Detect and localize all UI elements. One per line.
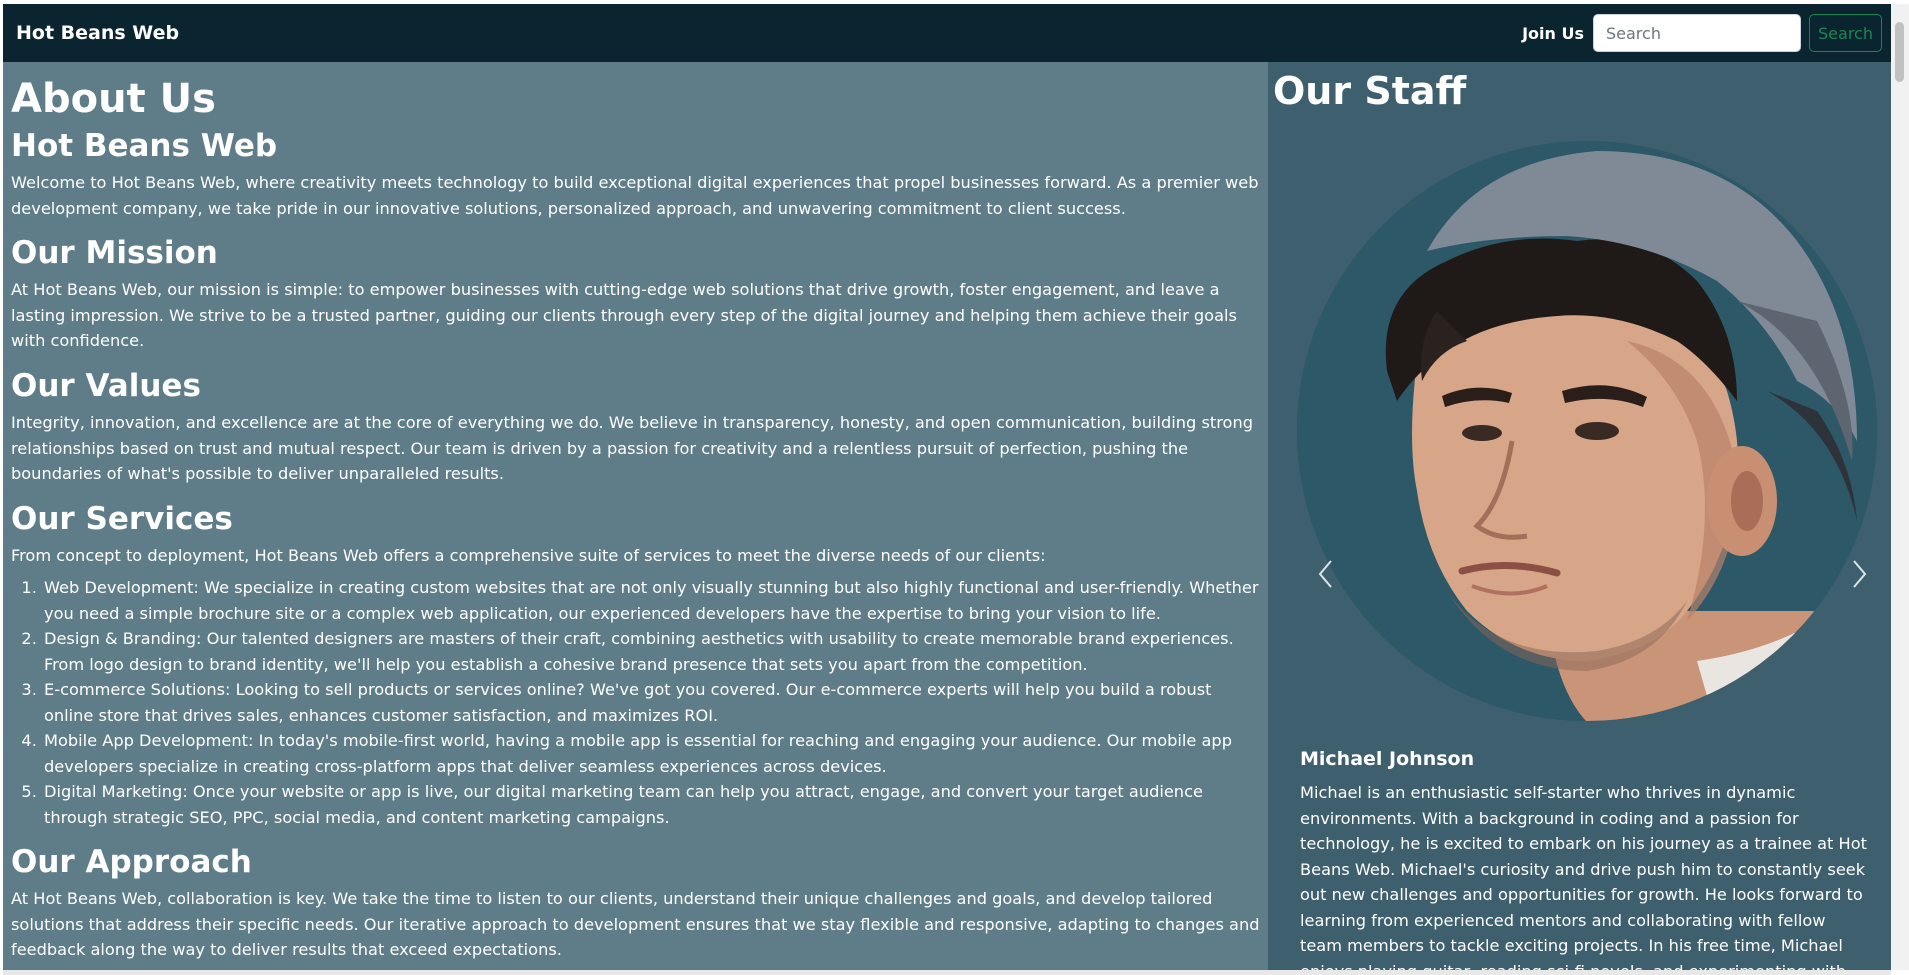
services-list: Web Development: We specialize in creati… bbox=[11, 575, 1260, 830]
staff-member-bio: Michael is an enthusiastic self-starter … bbox=[1300, 783, 1867, 970]
brand-logo[interactable]: Hot Beans Web bbox=[16, 22, 179, 44]
service-item-web-development: Web Development: We specialize in creati… bbox=[42, 575, 1260, 626]
service-item-design-branding: Design & Branding: Our talented designer… bbox=[42, 626, 1260, 677]
service-item-mobile-app: Mobile App Development: In today's mobil… bbox=[42, 728, 1260, 779]
values-heading: Our Values bbox=[11, 367, 201, 404]
chevron-right-icon bbox=[1853, 560, 1867, 588]
navbar: Hot Beans Web Join Us Search bbox=[3, 4, 1891, 62]
service-item-digital-marketing: Digital Marketing: Once your website or … bbox=[42, 779, 1260, 830]
staff-photo bbox=[1297, 141, 1877, 721]
approach-heading: Our Approach bbox=[11, 844, 252, 881]
intro-text: Welcome to Hot Beans Web, where creativi… bbox=[11, 173, 1259, 218]
approach-text: At Hot Beans Web, collaboration is key. … bbox=[11, 889, 1260, 960]
join-us-link[interactable]: Join Us bbox=[1522, 24, 1584, 43]
services-heading: Our Services bbox=[11, 500, 233, 537]
staff-caption: Michael Johnson Michael is an enthusiast… bbox=[1300, 746, 1870, 970]
vertical-scrollbar[interactable] bbox=[1891, 4, 1909, 970]
staff-carousel: Michael Johnson Michael is an enthusiast… bbox=[1268, 136, 1891, 970]
mission-heading: Our Mission bbox=[11, 235, 218, 272]
staff-member-name: Michael Johnson bbox=[1300, 748, 1475, 770]
search-input[interactable] bbox=[1593, 14, 1801, 52]
mission-text: At Hot Beans Web, our mission is simple:… bbox=[11, 280, 1237, 351]
search-button[interactable]: Search bbox=[1809, 14, 1882, 52]
scrollbar-thumb[interactable] bbox=[1895, 22, 1904, 82]
company-heading: Hot Beans Web bbox=[11, 128, 278, 164]
page-frame: Hot Beans Web Join Us Search About Us Ho… bbox=[3, 4, 1891, 970]
staff-section: Our Staff Michael Johnson Michael is an … bbox=[1268, 62, 1891, 970]
nav-actions: Join Us Search bbox=[1522, 14, 1882, 52]
chevron-left-icon bbox=[1318, 560, 1332, 588]
carousel-next-button[interactable] bbox=[1846, 554, 1874, 594]
about-section: About Us Hot Beans Web Welcome to Hot Be… bbox=[3, 62, 1268, 970]
staff-title: Our Staff bbox=[1273, 69, 1467, 113]
horizontal-scrollbar[interactable] bbox=[3, 970, 1891, 975]
carousel-prev-button[interactable] bbox=[1311, 554, 1339, 594]
staff-photo-illustration bbox=[1297, 141, 1877, 721]
service-item-ecommerce: E-commerce Solutions: Looking to sell pr… bbox=[42, 677, 1260, 728]
services-intro: From concept to deployment, Hot Beans We… bbox=[11, 545, 1046, 565]
about-title: About Us bbox=[11, 76, 216, 122]
values-text: Integrity, innovation, and excellence ar… bbox=[11, 413, 1253, 484]
